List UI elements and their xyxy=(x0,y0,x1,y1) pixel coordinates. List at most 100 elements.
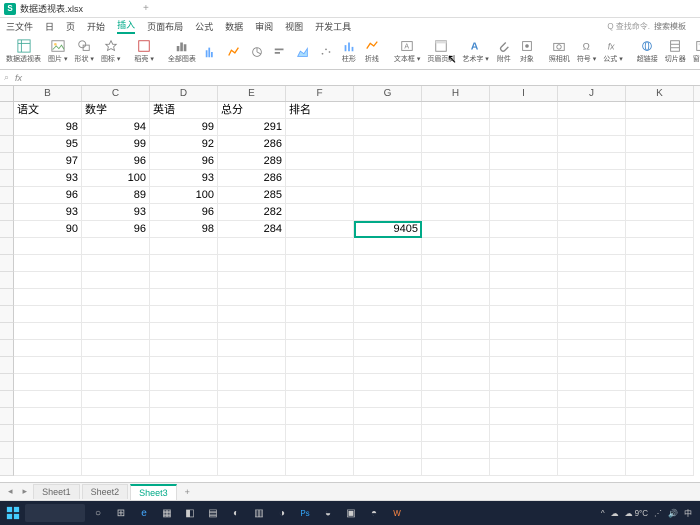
cell[interactable] xyxy=(626,170,694,187)
table-row[interactable] xyxy=(0,306,700,323)
cell[interactable]: 93 xyxy=(82,204,150,221)
spreadsheet[interactable]: B C D E F G H I J K 语文数学英语总分排名9894992919… xyxy=(0,86,700,482)
col-D[interactable]: D xyxy=(150,86,218,101)
cell[interactable] xyxy=(558,408,626,425)
cell[interactable] xyxy=(82,238,150,255)
cell[interactable] xyxy=(82,459,150,476)
table-row[interactable] xyxy=(0,340,700,357)
cell[interactable] xyxy=(14,306,82,323)
cell[interactable] xyxy=(558,289,626,306)
cell[interactable]: 282 xyxy=(218,204,286,221)
cell[interactable] xyxy=(150,459,218,476)
cell[interactable] xyxy=(286,459,354,476)
menu-q1[interactable]: 日 xyxy=(45,20,54,33)
fx-label[interactable]: fx xyxy=(15,73,22,83)
table-row[interactable] xyxy=(0,255,700,272)
cell[interactable] xyxy=(558,255,626,272)
ribbon-chart3[interactable] xyxy=(247,45,267,59)
cell[interactable] xyxy=(82,408,150,425)
cell[interactable] xyxy=(626,238,694,255)
table-row[interactable] xyxy=(0,408,700,425)
ribbon-chart4[interactable] xyxy=(270,45,290,59)
add-sheet-button[interactable]: + xyxy=(179,487,196,497)
taskbar-edge[interactable]: e xyxy=(134,504,154,522)
cell[interactable] xyxy=(150,238,218,255)
ribbon-slicer[interactable]: 切片器 xyxy=(663,39,688,64)
cell[interactable] xyxy=(150,425,218,442)
cell[interactable] xyxy=(354,238,422,255)
tray-volume-icon[interactable]: 🔊 xyxy=(668,509,678,518)
cell[interactable] xyxy=(14,238,82,255)
cell[interactable] xyxy=(354,204,422,221)
cell[interactable] xyxy=(490,136,558,153)
cell[interactable] xyxy=(82,255,150,272)
cell[interactable]: 286 xyxy=(218,136,286,153)
grid-body[interactable]: 语文数学英语总分排名989499291959992286979696289931… xyxy=(0,102,700,476)
cell[interactable] xyxy=(490,408,558,425)
cell[interactable] xyxy=(422,221,490,238)
cell[interactable] xyxy=(626,153,694,170)
cell[interactable] xyxy=(150,340,218,357)
table-row[interactable]: 989499291 xyxy=(0,119,700,136)
cell[interactable] xyxy=(150,323,218,340)
col-C[interactable]: C xyxy=(82,86,150,101)
col-K[interactable]: K xyxy=(626,86,694,101)
cell[interactable] xyxy=(354,391,422,408)
taskbar-wps[interactable]: W xyxy=(387,504,407,522)
cell[interactable] xyxy=(14,459,82,476)
system-tray[interactable]: ^ ☁ ☁ 9°C ⋰ 🔊 中 xyxy=(601,508,696,519)
cell[interactable] xyxy=(490,340,558,357)
cell[interactable]: 英语 xyxy=(150,102,218,119)
cell[interactable]: 9405 xyxy=(354,221,422,238)
cell[interactable] xyxy=(490,289,558,306)
table-row[interactable]: 9689100285 xyxy=(0,187,700,204)
cell[interactable] xyxy=(558,425,626,442)
taskbar-app3[interactable]: ▤ xyxy=(203,504,223,522)
cell[interactable] xyxy=(286,136,354,153)
cell[interactable] xyxy=(490,102,558,119)
cell[interactable] xyxy=(14,357,82,374)
ribbon-chart5[interactable] xyxy=(293,45,313,59)
table-row[interactable]: 语文数学英语总分排名 xyxy=(0,102,700,119)
cell[interactable] xyxy=(218,238,286,255)
cell[interactable] xyxy=(14,255,82,272)
cell[interactable] xyxy=(82,425,150,442)
cell[interactable] xyxy=(354,425,422,442)
cell[interactable] xyxy=(422,272,490,289)
cell[interactable] xyxy=(150,272,218,289)
cell[interactable] xyxy=(422,170,490,187)
cell[interactable] xyxy=(558,374,626,391)
cell[interactable] xyxy=(286,425,354,442)
cell[interactable] xyxy=(422,374,490,391)
cell[interactable] xyxy=(286,391,354,408)
cell[interactable]: 285 xyxy=(218,187,286,204)
cell[interactable] xyxy=(218,340,286,357)
table-row[interactable]: 9310093286 xyxy=(0,170,700,187)
col-G[interactable]: G xyxy=(354,86,422,101)
cell[interactable] xyxy=(626,306,694,323)
ribbon-column[interactable]: 柱形 xyxy=(339,39,359,64)
cell[interactable] xyxy=(422,425,490,442)
table-row[interactable]: 979696289 xyxy=(0,153,700,170)
cell[interactable]: 98 xyxy=(150,221,218,238)
menu-file[interactable]: 三文件 xyxy=(6,20,33,33)
cell[interactable] xyxy=(14,374,82,391)
tab-nav-prev[interactable]: ◂ xyxy=(4,486,17,497)
cell[interactable] xyxy=(286,442,354,459)
cell[interactable] xyxy=(558,153,626,170)
table-row[interactable] xyxy=(0,272,700,289)
menu-q2[interactable]: 页 xyxy=(66,20,75,33)
tab-sheet3[interactable]: Sheet3 xyxy=(130,484,177,500)
cell[interactable] xyxy=(354,340,422,357)
cell[interactable]: 93 xyxy=(14,170,82,187)
cell[interactable] xyxy=(286,306,354,323)
cell[interactable] xyxy=(286,238,354,255)
cell[interactable] xyxy=(490,204,558,221)
cell[interactable] xyxy=(422,306,490,323)
cell[interactable] xyxy=(626,102,694,119)
cell[interactable] xyxy=(422,323,490,340)
cell[interactable] xyxy=(218,391,286,408)
cell[interactable] xyxy=(286,221,354,238)
cell[interactable] xyxy=(558,340,626,357)
cell[interactable] xyxy=(354,408,422,425)
